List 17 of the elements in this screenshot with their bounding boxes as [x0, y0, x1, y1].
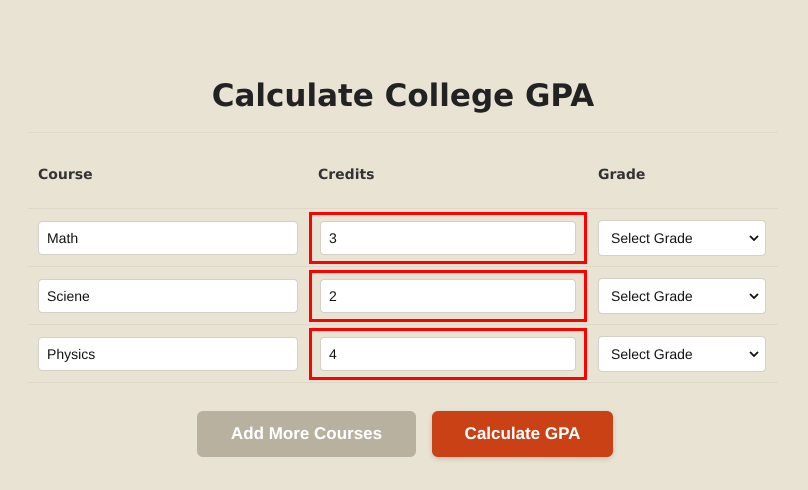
- credits-input[interactable]: 3: [320, 220, 576, 254]
- grade-select[interactable]: Select Grade: [598, 336, 766, 372]
- credits-input[interactable]: 2: [320, 278, 576, 312]
- credits-input[interactable]: 4: [320, 336, 576, 370]
- page-title: Calculate College GPA: [210, 77, 596, 116]
- column-header: Course: [38, 167, 93, 183]
- course-input[interactable]: Physics: [38, 336, 298, 370]
- course-input[interactable]: Sciene: [38, 278, 298, 312]
- column-header: Grade: [598, 167, 646, 183]
- grade-select[interactable]: Select Grade: [598, 278, 766, 314]
- course-input[interactable]: Math: [38, 220, 298, 254]
- chevron-down-icon: [749, 350, 759, 356]
- grade-select[interactable]: Select Grade: [598, 220, 766, 256]
- column-header: Credits: [318, 167, 375, 183]
- chevron-down-icon: [749, 292, 759, 298]
- chevron-down-icon: [749, 234, 759, 240]
- calculate-button[interactable]: Calculate GPA: [432, 411, 613, 457]
